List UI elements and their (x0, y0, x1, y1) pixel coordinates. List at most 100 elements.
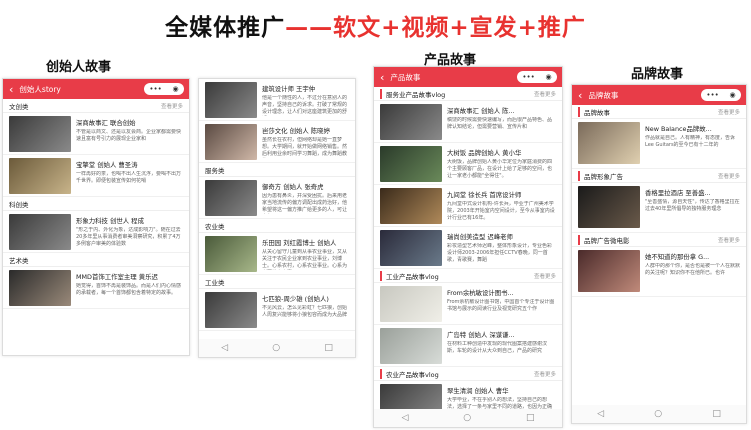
item-desc: From余杭敏设计图书馆，中国首个专注于设计图书馆与展示的阅读行业及视觉研究五个… (447, 299, 555, 312)
section-name: 艺术类 (9, 256, 29, 265)
section-header: 科创类 (3, 197, 189, 211)
thumbnail (205, 292, 257, 328)
list-item[interactable]: 七匹狼-周少雄 (创始人) 不见风云，怎么见彩虹？七匹狼，创始人周复兴能够将小狼包… (199, 289, 355, 331)
thumbnail (205, 180, 257, 216)
section-name: 工业产品故事vlog (380, 270, 439, 281)
phone-header: ‹ 创始人story ••• ◉ (3, 79, 189, 99)
item-desc: 九间堂中式设计机构-许长兵，毕业于广州美术学院，2003年开始室内空间设计，至今… (447, 201, 555, 221)
back-arrow-icon[interactable]: ‹ (9, 84, 13, 95)
thumbnail (9, 214, 71, 250)
item-title: 大树饭 品牌创始人 黄小华 (447, 149, 522, 157)
thumbnail (205, 82, 257, 118)
nav-back-icon[interactable]: ◁ (597, 409, 604, 419)
phone-founder-scrolled: 建筑设计师 王宇仲 他是一个随性的人，不过分在意别人的声音，坚持自己的诉求。打破了… (198, 78, 356, 358)
section-name: 农业类 (205, 222, 225, 231)
section-name: 品牌广告微电影 (578, 234, 630, 245)
section-name: 科创类 (9, 200, 29, 209)
nav-home-icon[interactable]: ○ (463, 413, 471, 423)
list-item[interactable]: 深商故事汇 创始人 陈... 稿饶的时候需要快速编写，而后很产品特色、品牌认知结论… (374, 101, 562, 143)
capsule-menu[interactable]: ••• ◉ (517, 71, 557, 83)
list-item[interactable]: 九间堂 徐长兵 首席设计师九间堂中式设计机构-许长兵，毕业于广州美术学院，200… (374, 185, 562, 227)
capsule-menu[interactable]: ••• ◉ (701, 89, 741, 101)
thumbnail (205, 124, 257, 160)
item-title: 形象力科技 创世人 程成 (76, 217, 144, 225)
item-title: From余杭敏设计图书... (447, 289, 514, 297)
nav-home-icon[interactable]: ○ (272, 343, 280, 353)
section-header: 艺术类 (3, 253, 189, 267)
list-item[interactable]: 大树饭 品牌创始人 黄小华 大树饭，品牌创始人黄小华定位为家庭消费的四个主要顾客厂… (374, 143, 562, 185)
item-title: New Balance品牌故... (645, 125, 712, 133)
item-title: 广岛特 创始人 深谋谦... (447, 331, 515, 339)
item-title: MMD首饰工作室主理 黄乐迟 (76, 273, 158, 281)
item-title: 香格里拉酒店 至善盛... (645, 189, 711, 197)
nav-recent-icon[interactable]: □ (324, 343, 333, 353)
back-arrow-icon[interactable]: ‹ (380, 72, 384, 83)
close-icon[interactable]: ◉ (546, 73, 552, 81)
section-header: 工业产品故事vlog 查看更多 (374, 269, 562, 283)
view-more-link[interactable]: 查看更多 (534, 370, 556, 378)
label-brand: 品牌故事 (631, 67, 684, 82)
thumbnail (9, 158, 71, 194)
item-desc: 彩妆造型艺术师迟峰，整体形象设计，专业色彩设计师2003-2006年担任CCTV… (447, 243, 553, 263)
item-desc: 因为患有鼻炎，并深受困扰。后来用老家当地流传的偏方调配出成药治好，他希望将这一偏… (262, 193, 348, 213)
section-name: 服务业产品故事vlog (380, 88, 445, 99)
list-item[interactable]: 瑞尚创美造型 迟峰老师 彩妆造型艺术师迟峰，整体形象设计，专业色彩设计师2003-… (374, 227, 562, 269)
close-icon[interactable]: ◉ (730, 91, 736, 99)
item-desc: 人群中的那个你，是否也是被一个人在默默的关注呢？知识你不在他所已。也许 (645, 263, 740, 276)
capsule-menu[interactable]: ••• ◉ (144, 83, 184, 95)
nav-back-icon[interactable]: ◁ (221, 343, 228, 353)
nav-home-icon[interactable]: ○ (654, 409, 662, 419)
list-item[interactable]: New Balance品牌故... 作品就是自己。人有精神，有态度，告诉Lee G… (572, 119, 746, 169)
section-header: 服务类 (199, 163, 355, 177)
view-more-link[interactable]: 查看更多 (718, 172, 740, 180)
list-item[interactable]: 御奇方 创始人 张奇虎 因为患有鼻炎，并深受困扰。后来用老家当地流传的偏方调配出成… (199, 177, 355, 219)
list-item[interactable]: 香格里拉酒店 至善盛... "至善盛情，源自天性"，传达了香格里拉在过去40年里所… (572, 183, 746, 233)
thumbnail (380, 230, 442, 266)
close-icon[interactable]: ◉ (173, 85, 179, 93)
item-desc: 在材料工种创造中发现的现代图案搭建感谢汉斯，车轮的设计从大众到自己，产品的研究 (447, 341, 548, 354)
section-header: 品牌故事 查看更多 (572, 105, 746, 119)
list-item[interactable]: 广岛特 创始人 深谋谦... 在材料工种创造中发现的现代图案搭建感谢汉斯，车轮的设… (374, 325, 562, 367)
item-desc: 作品就是自己。人有精神，有态度，告诉Lee Guitars的至今已有十二年的 (645, 135, 736, 148)
list-item[interactable]: 建筑设计师 王宇仲 他是一个随性的人，不过分在意别人的声音，坚持自己的诉求。打破了… (199, 79, 355, 121)
title-part2: ——软文+视频+宣发+推广 (285, 15, 586, 41)
nav-back-icon[interactable]: ◁ (401, 413, 408, 423)
list-item[interactable]: From余杭敏设计图书... From余杭敏设计图书馆，中国首个专注于设计图书馆与… (374, 283, 562, 325)
section-name: 品牌形象广告 (578, 170, 623, 181)
section-name: 品牌故事 (578, 106, 610, 117)
item-title: 翠生清润 创始人 曹华 (447, 387, 509, 395)
view-more-link[interactable]: 查看更多 (534, 272, 556, 280)
list-item[interactable]: 乐田园 刘红霞博士 创始人 从关心留守儿童到从事农业事业，又从关注于农民企业家到农… (199, 233, 355, 275)
list-item[interactable]: 深商故事汇 联合创始 不管是以商文、还是以友会商。企业家都需要快速且富有号引力的展… (3, 113, 189, 155)
item-desc: 虽然长在农村，但网络却是她一直梦想。大学期间，就开始做网络销售。然后利用业余时间… (262, 137, 348, 157)
list-item[interactable]: MMD首饰工作室主理 黄乐迟 她觉得，首饰不再是装饰品。而是人们内心情感的承载者，… (3, 267, 189, 309)
item-title: 深商故事汇 创始人 陈... (447, 107, 515, 115)
view-more-link[interactable]: 查看更多 (161, 102, 183, 110)
item-desc: 一样再好的茶，也喝不出人生沉浮，要喝不出万千世界。即便包装宣传如何花哨 (76, 171, 182, 184)
list-item[interactable]: 岜莎文化 创始人 陈晓婷 虽然长在农村，但网络却是她一直梦想。大学期间，就开始做网… (199, 121, 355, 163)
label-founder: 创始人故事 (46, 60, 112, 75)
thumbnail (380, 286, 442, 322)
section-name: 工业类 (205, 278, 225, 287)
nav-recent-icon[interactable]: □ (526, 413, 535, 423)
list-item[interactable]: 形象力科技 创世人 程成 "形之于内、外化为象，达成影响力"。随在过去20多年里从… (3, 211, 189, 253)
item-desc: "至善盛情，源自天性"，传达了香格里拉在过去40年里所倡导的独特服务理念 (645, 199, 740, 212)
item-title: 她不知道的那份拿 G... (645, 253, 710, 261)
header-title: 创始人story (19, 84, 61, 94)
more-icon[interactable]: ••• (149, 85, 161, 93)
nav-recent-icon[interactable]: □ (712, 409, 721, 419)
more-icon[interactable]: ••• (706, 91, 718, 99)
phone-founder: ‹ 创始人story ••• ◉ 文创类 查看更多 深商故事汇 联合创始 不管是以商文… (2, 78, 190, 356)
view-more-link[interactable]: 查看更多 (718, 236, 740, 244)
back-arrow-icon[interactable]: ‹ (578, 90, 582, 101)
view-more-link[interactable]: 查看更多 (534, 90, 556, 98)
more-icon[interactable]: ••• (522, 73, 534, 81)
android-nav-bar: ◁ ○ □ (374, 409, 562, 427)
list-item[interactable]: 宝擎堂 创始人 曹圣涛 一样再好的茶，也喝不出人生沉浮，要喝不出万千世界。即便包装… (3, 155, 189, 197)
view-more-link[interactable]: 查看更多 (718, 108, 740, 116)
slide-title: 全媒体推广——软文+视频+宣发+推广 (0, 8, 751, 42)
item-title: 九间堂 徐长兵 首席设计师 (447, 191, 522, 199)
list-item[interactable]: 她不知道的那份拿 G... 人群中的那个你，是否也是被一个人在默默的关注呢？知识你… (572, 247, 746, 297)
item-title: 七匹狼-周少雄 (创始人) (262, 295, 329, 303)
item-desc: 从关心留守儿童到从事农业事业，又从关注于农民企业家到农业事业，刘博士。心系农村，… (262, 249, 348, 269)
